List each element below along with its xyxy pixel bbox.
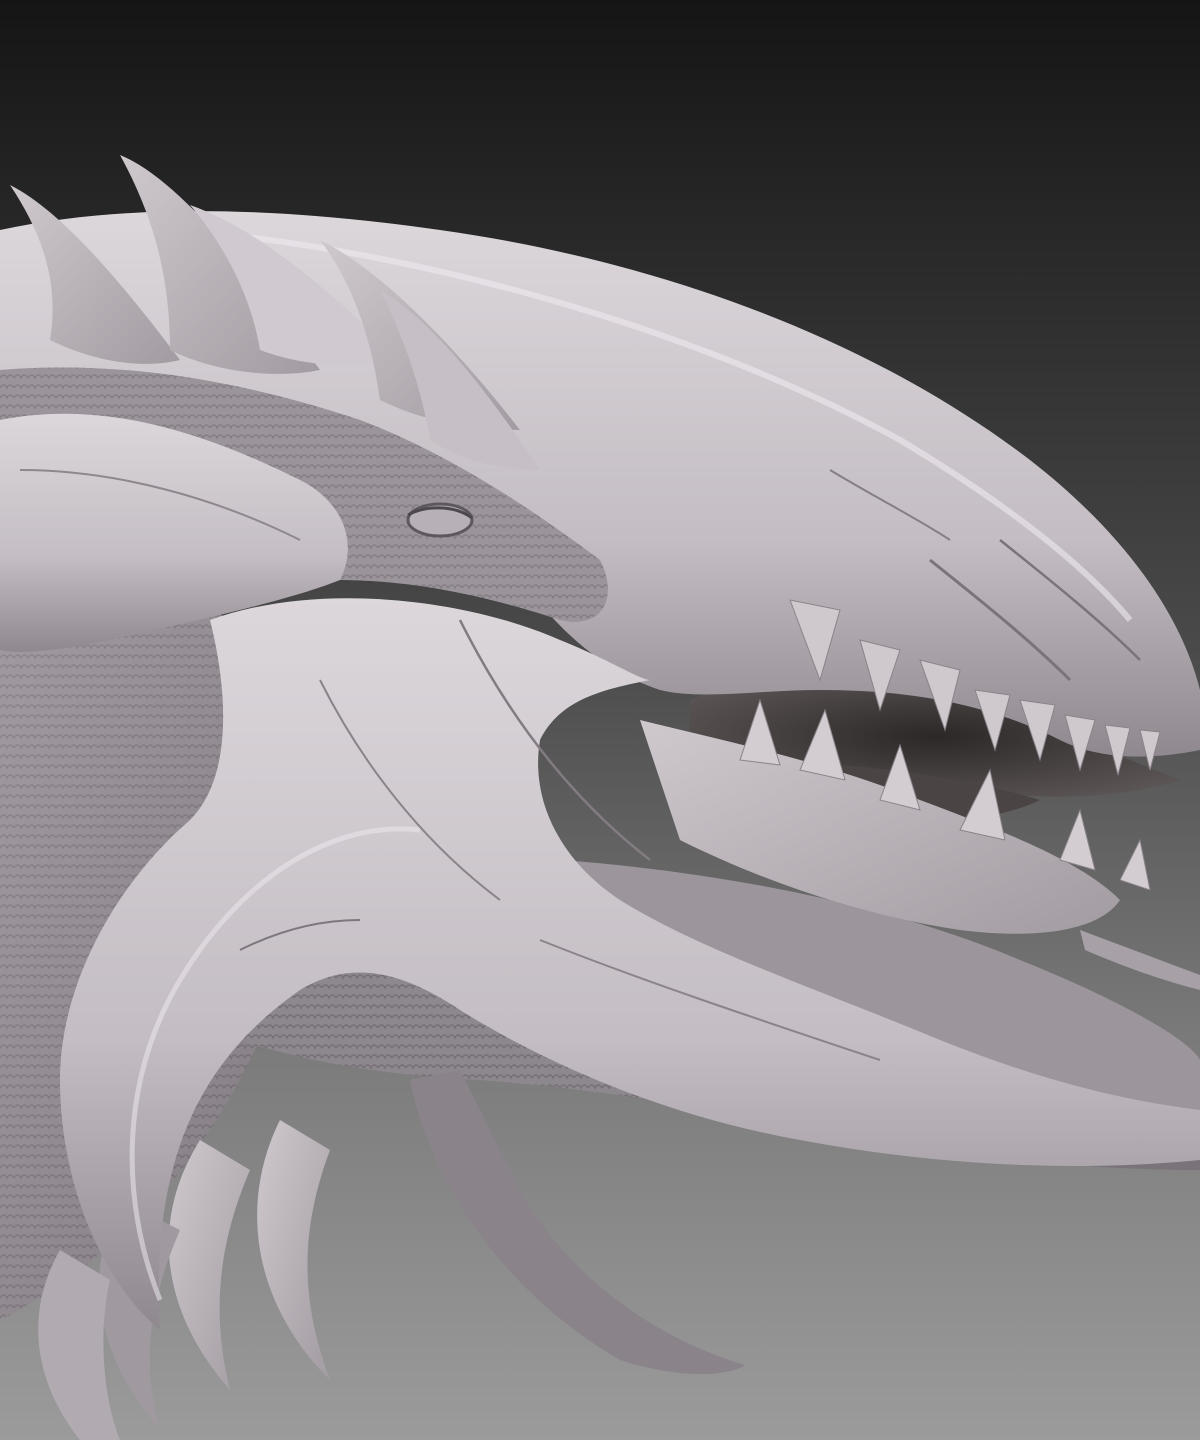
whisker-spike xyxy=(1080,930,1200,990)
dragon-head-sculpt xyxy=(0,155,1200,1440)
eye xyxy=(406,502,474,538)
render-viewport xyxy=(0,0,1200,1440)
